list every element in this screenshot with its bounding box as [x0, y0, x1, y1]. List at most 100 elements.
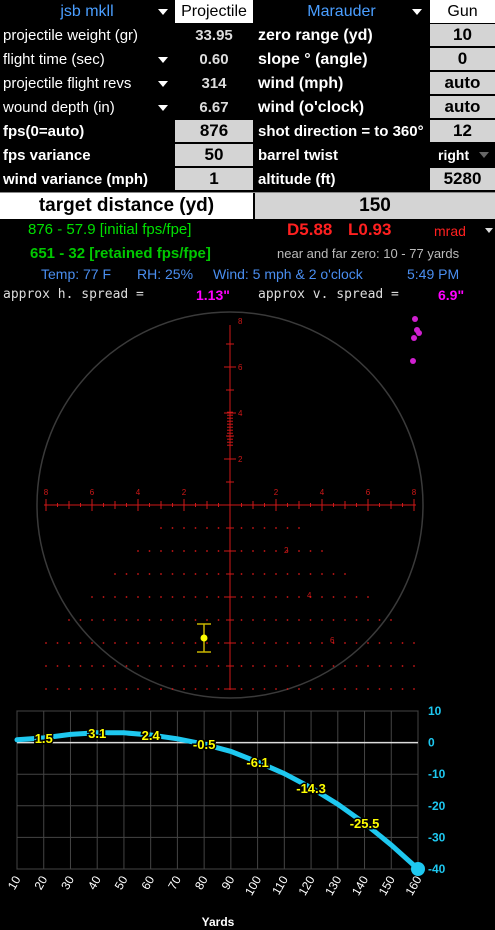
input-label: shot direction = to 360° — [258, 123, 424, 140]
relative-humidity: RH: 25% — [137, 266, 194, 282]
y-tick-label: -40 — [428, 862, 446, 876]
left-row-value: 314 — [201, 75, 227, 92]
input-field[interactable]: 5280 — [430, 168, 495, 190]
h-spread-value: 1.13" — [196, 287, 230, 303]
impact-point — [197, 623, 211, 653]
input-field[interactable]: 1 — [175, 168, 253, 190]
input-label: wind variance (mph) — [3, 171, 149, 188]
wind-info: Wind: 5 mph & 2 o'clock — [213, 266, 363, 282]
x-tick-label: 100 — [242, 873, 264, 898]
left-row-label: projectile weight (gr) — [0, 24, 174, 47]
reticle-label: 4 — [238, 409, 243, 418]
input-field[interactable]: 876 — [175, 120, 253, 142]
trajectory-chart: 10 20 30 40 50 60 70 80 90 100 110 120 130 140 150 1601… — [5, 704, 446, 929]
reticle-label: 8 — [238, 317, 243, 326]
reticle-label: 2 — [284, 546, 289, 555]
reticle-label: 2 — [182, 488, 187, 497]
unit-selector[interactable]: mrad — [434, 223, 466, 239]
x-tick-label: 130 — [322, 873, 344, 898]
temperature: Temp: 77 F — [41, 266, 112, 282]
chevron-down-icon — [158, 8, 168, 15]
x-tick-label: 140 — [349, 873, 371, 898]
initial-fps-fpe: 876 - 57.9 [initial fps/fpe] — [28, 221, 192, 238]
select-value: right — [438, 147, 470, 163]
target-distance-input[interactable]: 150 — [255, 193, 495, 219]
shot-group — [410, 316, 422, 364]
current-time: 5:49 PM — [407, 266, 460, 282]
v-spread-label: approx v. spread = — [258, 287, 399, 302]
pellet-selector[interactable]: jsb mkll — [0, 0, 174, 23]
reticle-label: 4 — [136, 488, 141, 497]
y-tick-label: -10 — [428, 767, 446, 781]
input-label: fps variance — [3, 147, 91, 164]
x-tick-label: 20 — [32, 873, 51, 892]
reticle-label: 2 — [274, 488, 279, 497]
right-row-input[interactable]: 0 — [430, 48, 495, 70]
row-label-text: projectile flight revs — [3, 75, 132, 92]
left-row-label[interactable]: projectile flight revs — [0, 72, 174, 95]
reticle-label: 6 — [90, 488, 95, 497]
group-dot — [410, 358, 416, 364]
x-tick-label: 10 — [5, 873, 24, 892]
zero-distances: near and far zero: 10 - 77 yards — [277, 246, 460, 261]
data-label: 1.5 — [35, 731, 53, 746]
right-row-input[interactable]: 10 — [430, 24, 495, 46]
left-row-value: 6.67 — [199, 99, 229, 116]
row-label-text: projectile weight (gr) — [3, 27, 139, 44]
target-distance-label: target distance (yd) — [0, 193, 253, 219]
x-tick-label: 120 — [296, 873, 318, 898]
trajectory-end-point — [411, 862, 425, 876]
chevron-down-icon — [158, 104, 168, 111]
unit-label: mrad — [434, 223, 466, 239]
reticle-label: 8 — [44, 488, 49, 497]
reticle-label: 6 — [238, 363, 243, 372]
data-label: 3.1 — [88, 726, 106, 741]
data-label: -0.5 — [193, 737, 215, 752]
input-label: fps(0=auto) — [3, 123, 85, 140]
reticle-label: 6 — [330, 636, 335, 645]
chevron-down-icon — [412, 8, 422, 15]
left-row-label[interactable]: wound depth (in) — [0, 96, 174, 119]
drop-value: D5.88 — [287, 220, 333, 239]
chevron-down-icon — [479, 152, 489, 158]
reticle-label: 4 — [307, 591, 312, 600]
barrel-twist-select[interactable]: right — [430, 144, 495, 166]
y-tick-label: 10 — [428, 704, 442, 718]
scope-reticle: 8 6 4 2 8 6 4 2 2 4 6 8 2 4 6 — [36, 311, 424, 699]
right-row-label: wind (o'clock) — [258, 98, 365, 116]
gun-column-header: Gun — [430, 0, 495, 23]
gun-name: Marauder — [307, 2, 376, 20]
input-field[interactable]: 50 — [175, 144, 253, 166]
row-label-text: flight time (sec) — [3, 51, 105, 68]
data-label: -25.5 — [350, 816, 380, 831]
input-label: barrel twist — [258, 147, 339, 164]
lead-value: L0.93 — [348, 220, 392, 239]
gun-selector[interactable]: Marauder — [255, 0, 428, 23]
group-dot — [412, 316, 418, 322]
x-tick-label: 60 — [138, 873, 157, 892]
data-label: 2.4 — [142, 728, 161, 743]
x-tick-label: 90 — [219, 873, 238, 892]
chevron-down-icon — [158, 80, 168, 87]
row-label-text: wound depth (in) — [3, 99, 115, 116]
x-tick-label: 40 — [85, 873, 104, 892]
input-field[interactable]: 12 — [430, 120, 495, 142]
pellet-name: jsb mkll — [60, 2, 114, 20]
y-tick-label: -30 — [428, 830, 446, 844]
x-tick-label: 80 — [192, 873, 211, 892]
right-row-input[interactable]: auto — [430, 96, 495, 118]
x-tick-label: 160 — [402, 873, 424, 898]
y-tick-label: -20 — [428, 799, 446, 813]
data-label: -6.1 — [246, 755, 268, 770]
left-row-value: 0.60 — [199, 51, 229, 68]
x-tick-label: 70 — [165, 873, 184, 892]
h-spread-label: approx h. spread = — [3, 287, 144, 302]
x-tick-label: 110 — [269, 873, 291, 897]
left-row-label[interactable]: flight time (sec) — [0, 48, 174, 71]
right-row-input[interactable]: auto — [430, 72, 495, 94]
x-tick-label: 150 — [376, 873, 398, 898]
reticle-label: 4 — [320, 488, 325, 497]
group-dot — [416, 330, 422, 336]
y-tick-label: 0 — [428, 736, 435, 750]
projectile-column-header: Projectile — [175, 0, 253, 23]
